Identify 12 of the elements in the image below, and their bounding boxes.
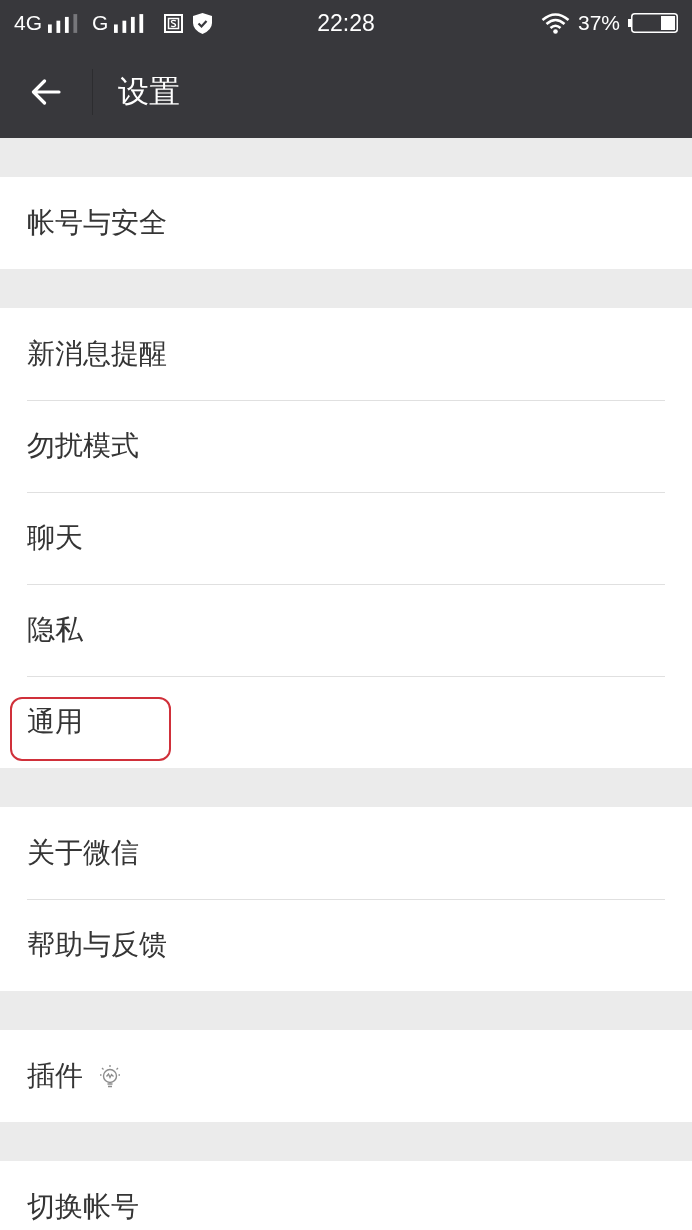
network-type: 4G — [14, 11, 42, 35]
wifi-icon — [540, 12, 570, 34]
battery-icon — [628, 13, 678, 33]
network-type: G — [92, 11, 109, 35]
lightbulb-icon — [99, 1064, 121, 1088]
status-time: 22:28 — [317, 9, 375, 37]
battery-percent: 37% — [577, 11, 620, 35]
back-arrow-icon — [31, 79, 61, 105]
boxed-s-icon — [164, 13, 184, 33]
shield-check-icon — [193, 12, 213, 34]
signal-icon — [48, 13, 80, 33]
page-title: 设置 — [118, 72, 180, 111]
